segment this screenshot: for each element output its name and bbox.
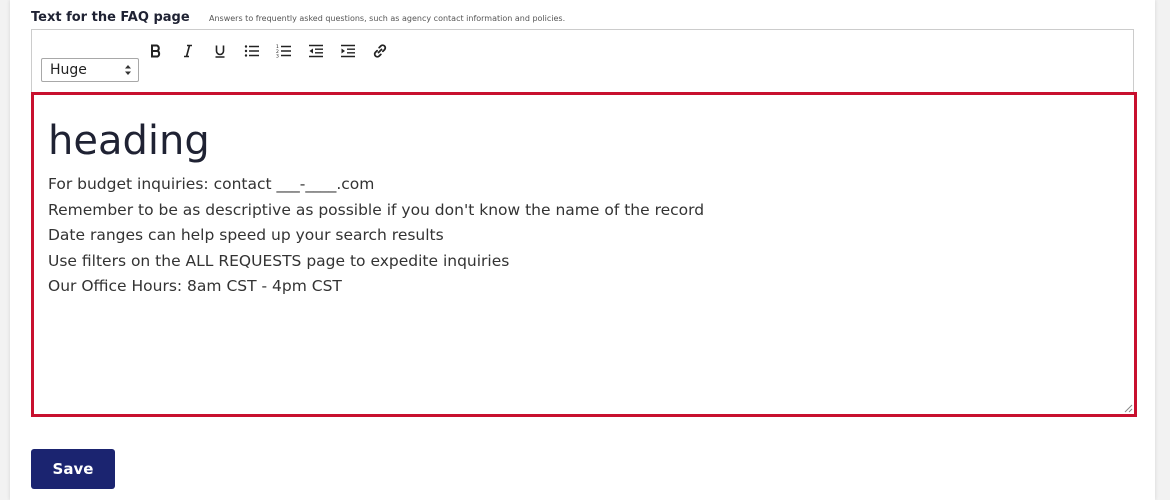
italic-button[interactable] [177, 40, 199, 62]
editor-toolbar: 1 2 3 Huge [31, 29, 1134, 92]
select-arrows-icon [125, 65, 131, 75]
link-icon [373, 44, 387, 58]
svg-text:3: 3 [276, 54, 279, 59]
editor-line: Remember to be as descriptive as possibl… [48, 200, 705, 219]
bold-button[interactable] [145, 40, 167, 62]
bold-icon [151, 44, 161, 58]
link-button[interactable] [369, 40, 391, 62]
font-size-value: Huge [50, 62, 87, 78]
field-hint: Answers to frequently asked questions, s… [209, 14, 566, 23]
editor-line: Our Office Hours: 8am CST - 4pm CST [48, 277, 342, 295]
faq-text-editor[interactable]: heading For budget inquiries: contact __… [31, 92, 1137, 417]
editor-line: For budget inquiries: contact ___-____.c… [48, 175, 375, 193]
save-button[interactable]: Save [31, 449, 115, 489]
bulleted-list-icon [244, 45, 259, 57]
outdent-icon [309, 44, 323, 58]
editor-heading: heading [48, 118, 210, 164]
underline-button[interactable] [209, 40, 231, 62]
editor-line: Use filters on the ALL REQUESTS page to … [48, 251, 510, 270]
indent-button[interactable] [337, 40, 359, 62]
numbered-list-button[interactable]: 1 2 3 [273, 40, 295, 62]
outdent-button[interactable] [305, 40, 327, 62]
underline-icon [215, 45, 225, 58]
indent-icon [341, 44, 355, 58]
bulleted-list-button[interactable] [241, 40, 263, 62]
italic-icon [184, 44, 192, 58]
numbered-list-icon: 1 2 3 [276, 44, 291, 59]
font-size-select[interactable]: Huge [41, 58, 139, 82]
field-label: Text for the FAQ page [31, 10, 190, 25]
resize-grip-icon[interactable] [1124, 404, 1133, 413]
editor-line: Date ranges can help speed up your searc… [48, 226, 444, 244]
